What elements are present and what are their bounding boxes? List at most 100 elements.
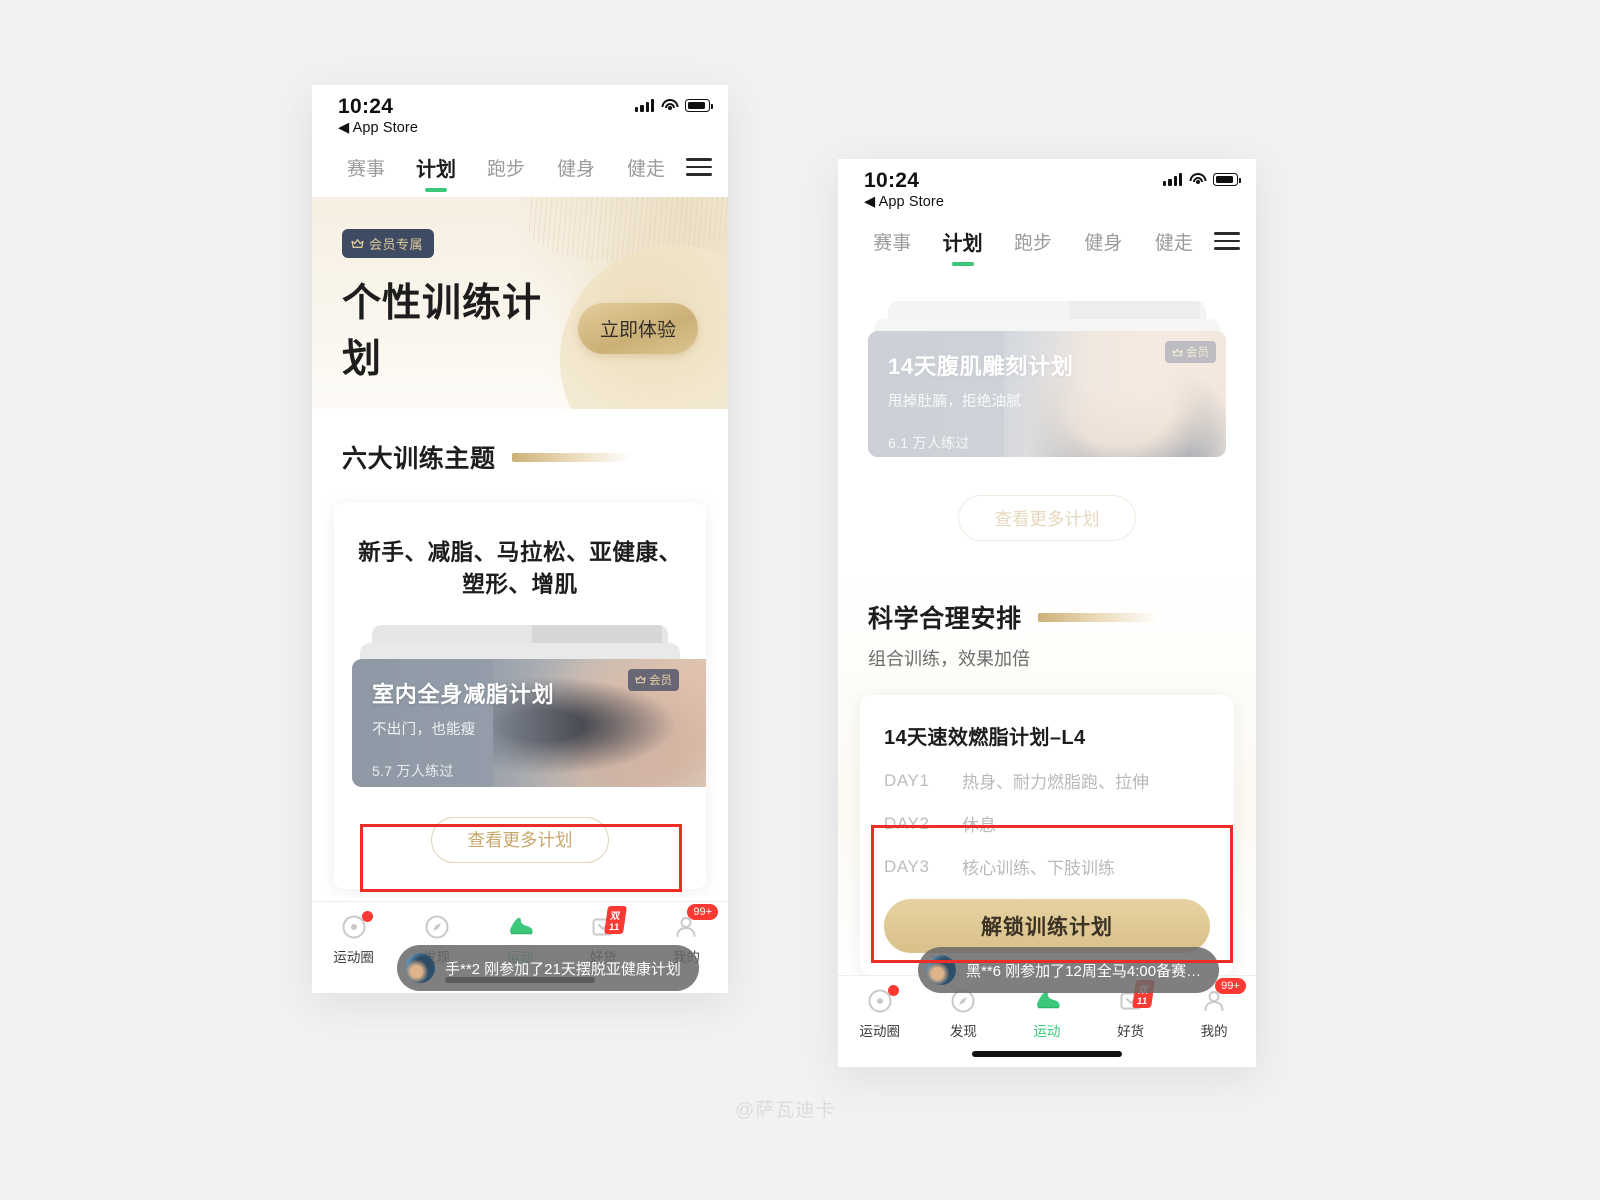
- bottom-tab-sports-circle[interactable]: 运动圈: [838, 985, 922, 1040]
- try-now-button[interactable]: 立即体验: [577, 302, 698, 354]
- section-subtitle: 组合训练，效果加倍: [868, 649, 1030, 669]
- tab-saishi[interactable]: 赛事: [332, 148, 400, 193]
- schedule-row: DAY2 休息: [884, 811, 1210, 836]
- tab-jianshen[interactable]: 健身: [1069, 222, 1137, 267]
- science-section: 科学合理安排 组合训练，效果加倍 14天速效燃脂计划–L4 DAY1 热身、耐力…: [838, 569, 1256, 979]
- plan-vip-badge: 会员: [1165, 341, 1216, 363]
- unread-dot-badge: [361, 911, 373, 922]
- schedule-card: 14天速效燃脂计划–L4 DAY1 热身、耐力燃脂跑、拉伸 DAY2 休息 DA…: [860, 695, 1234, 975]
- phone-screen-right: 10:24 ◀ App Store 赛事 计划 跑步 健身 健走 会员 14天腹…: [838, 159, 1256, 1067]
- plan-vip-label: 会员: [649, 674, 672, 687]
- vip-exclusive-badge: 会员专属: [342, 229, 435, 258]
- status-indicators: [635, 99, 713, 112]
- tab-jihua[interactable]: 计划: [928, 221, 996, 268]
- schedule-row: DAY3 核心训练、下肢训练: [884, 854, 1210, 879]
- plan-card-indoor-fatloss[interactable]: 会员 室内全身减脂计划 不出门，也能瘦 5.7 万人练过: [352, 658, 706, 787]
- notification-count-badge: 99+: [1215, 978, 1246, 994]
- tab-jianzou[interactable]: 健走: [1140, 222, 1208, 267]
- plan-card-title: 14天腹肌雕刻计划: [888, 354, 1074, 379]
- tab-jianshen[interactable]: 健身: [542, 148, 610, 193]
- plan-card-title: 室内全身减脂计划: [372, 681, 555, 707]
- bottom-tab-label: 发现: [949, 1024, 977, 1039]
- hamburger-menu-icon[interactable]: [686, 158, 712, 182]
- back-arrow-icon: ◀: [338, 120, 350, 136]
- join-toast-text-left: 手**2 刚参加了21天摆脱亚健康计划: [445, 960, 681, 978]
- right-content: 会员 14天腹肌雕刻计划 甩掉肚腩，拒绝油腻 6.1 万人练过 查看更多计划 科…: [838, 271, 1256, 993]
- plan-vip-badge: 会员: [628, 668, 679, 691]
- bottom-tab-discover[interactable]: 发现: [922, 988, 1006, 1040]
- screenshot-stage: 10:24 ◀ App Store 赛事 计划 跑步 健身 健走 会员专属 个性…: [0, 0, 1600, 1200]
- bottom-tab-mine[interactable]: 99+ 我的: [1172, 978, 1256, 1040]
- hamburger-menu-icon[interactable]: [1214, 232, 1241, 256]
- view-more-plans-button-left[interactable]: 查看更多计划: [431, 816, 609, 863]
- tab-jianzou[interactable]: 健走: [612, 148, 680, 193]
- user-avatar: [405, 953, 435, 983]
- crown-icon: [1172, 348, 1183, 356]
- tab-paobu[interactable]: 跑步: [472, 148, 540, 193]
- bottom-tab-label: 运动圈: [859, 1024, 901, 1039]
- section-header-science: 科学合理安排: [838, 569, 1256, 635]
- tab-saishi[interactable]: 赛事: [858, 222, 926, 267]
- schedule-day-label: DAY1: [884, 770, 930, 790]
- plan-vip-label: 会员: [1186, 347, 1209, 359]
- hero-banner: 会员专属 个性训练计划 立即体验 走出误区 / 轻松跟练 / 个性指导 / 效果…: [312, 197, 728, 409]
- top-tab-bar: 赛事 计划 跑步 健身 健走: [838, 217, 1256, 271]
- bottom-tab-sports[interactable]: 运动: [1005, 988, 1089, 1040]
- bottom-tab-label: 好货: [1117, 1024, 1145, 1039]
- phone-screen-left: 10:24 ◀ App Store 赛事 计划 跑步 健身 健走 会员专属 个性…: [312, 85, 728, 993]
- schedule-day-label: DAY3: [884, 856, 930, 876]
- back-app-label: App Store: [352, 120, 418, 136]
- schedule-day-desc: 核心训练、下肢训练: [962, 859, 1115, 878]
- left-content: 会员专属 个性训练计划 立即体验 走出误区 / 轻松跟练 / 个性指导 / 效果…: [312, 197, 728, 991]
- home-indicator: [972, 1051, 1122, 1057]
- top-tab-bar: 赛事 计划 跑步 健身 健走: [312, 143, 728, 197]
- status-bar: 10:24 ◀ App Store: [838, 159, 1256, 217]
- plan-card-abs-sculpt[interactable]: 会员 14天腹肌雕刻计划 甩掉肚腩，拒绝油腻 6.1 万人练过: [868, 331, 1226, 457]
- plan-card-body: 室内全身减脂计划 不出门，也能瘦 5.7 万人练过: [372, 677, 554, 781]
- theme-card: 新手、减脂、马拉松、亚健康、 塑形、增肌 会员 室内全身减脂计划 不出门，也能瘦…: [334, 503, 706, 889]
- schedule-day-desc: 热身、耐力燃脂跑、拉伸: [962, 773, 1149, 792]
- hero-title-row: 个性训练计划 立即体验: [342, 272, 698, 384]
- section-header-themes: 六大训练主题: [312, 409, 728, 475]
- status-back-to-app[interactable]: ◀ App Store: [338, 120, 706, 136]
- status-back-to-app[interactable]: ◀ App Store: [864, 194, 1234, 210]
- tab-paobu[interactable]: 跑步: [999, 222, 1067, 267]
- schedule-row: DAY1 热身、耐力燃脂跑、拉伸: [884, 768, 1210, 793]
- unread-dot-badge: [887, 985, 899, 996]
- view-more-plans-button-right[interactable]: 查看更多计划: [958, 495, 1136, 541]
- section-title-underline: [511, 452, 632, 462]
- schedule-side-card: [838, 723, 850, 935]
- wifi-icon: [661, 99, 678, 112]
- compass-icon: [424, 914, 450, 940]
- abs-plan-section: 会员 14天腹肌雕刻计划 甩掉肚腩，拒绝油腻 6.1 万人练过 查看更多计划: [838, 271, 1256, 541]
- bottom-tab-label: 运动圈: [333, 950, 374, 965]
- section-title-underline: [1037, 612, 1158, 622]
- circle-target-icon: [341, 911, 373, 940]
- plan-card-count: 6.1 万人练过: [888, 435, 970, 451]
- tab-jihua[interactable]: 计划: [402, 147, 470, 194]
- shoe-icon: [507, 914, 533, 940]
- notification-count-badge: 99+: [687, 904, 719, 920]
- schedule-title: 14天速效燃脂计划–L4: [884, 727, 1086, 749]
- plan-card-desc: 甩掉肚腩，拒绝油腻: [888, 394, 1022, 410]
- battery-icon: [685, 99, 713, 112]
- cellular-bars-icon: [1163, 173, 1182, 186]
- bottom-tab-goods[interactable]: 双11 好货: [1089, 980, 1173, 1040]
- plan-card-desc: 不出门，也能瘦: [372, 721, 476, 738]
- status-bar: 10:24 ◀ App Store: [312, 85, 728, 143]
- unlock-training-plan-button[interactable]: 解锁训练计划: [884, 899, 1210, 953]
- section-title: 科学合理安排: [868, 605, 1022, 633]
- back-app-label: App Store: [878, 194, 944, 210]
- theme-list-line-2: 塑形、增肌: [462, 571, 578, 597]
- theme-list-line-1: 新手、减脂、马拉松、亚健康、: [358, 540, 682, 565]
- toast-wrapper-right: 黑**6 刚参加了12周全马4:00备赛…: [918, 947, 1220, 993]
- vip-badge-label: 会员专属: [369, 237, 424, 252]
- plan-card-stack: 会员 室内全身减脂计划 不出门，也能瘦 5.7 万人练过: [352, 624, 706, 795]
- section-title: 六大训练主题: [342, 445, 496, 473]
- join-toast-text-right: 黑**6 刚参加了12周全马4:00备赛…: [966, 962, 1202, 980]
- bottom-tab-sports-circle[interactable]: 运动圈: [312, 911, 395, 966]
- plan-card-stack-right: 会员 14天腹肌雕刻计划 甩掉肚腩，拒绝油腻 6.1 万人练过: [860, 301, 1234, 473]
- back-arrow-icon: ◀: [864, 194, 876, 210]
- schedule-day-desc: 休息: [962, 816, 996, 835]
- join-toast-left: 手**2 刚参加了21天摆脱亚健康计划: [397, 945, 699, 991]
